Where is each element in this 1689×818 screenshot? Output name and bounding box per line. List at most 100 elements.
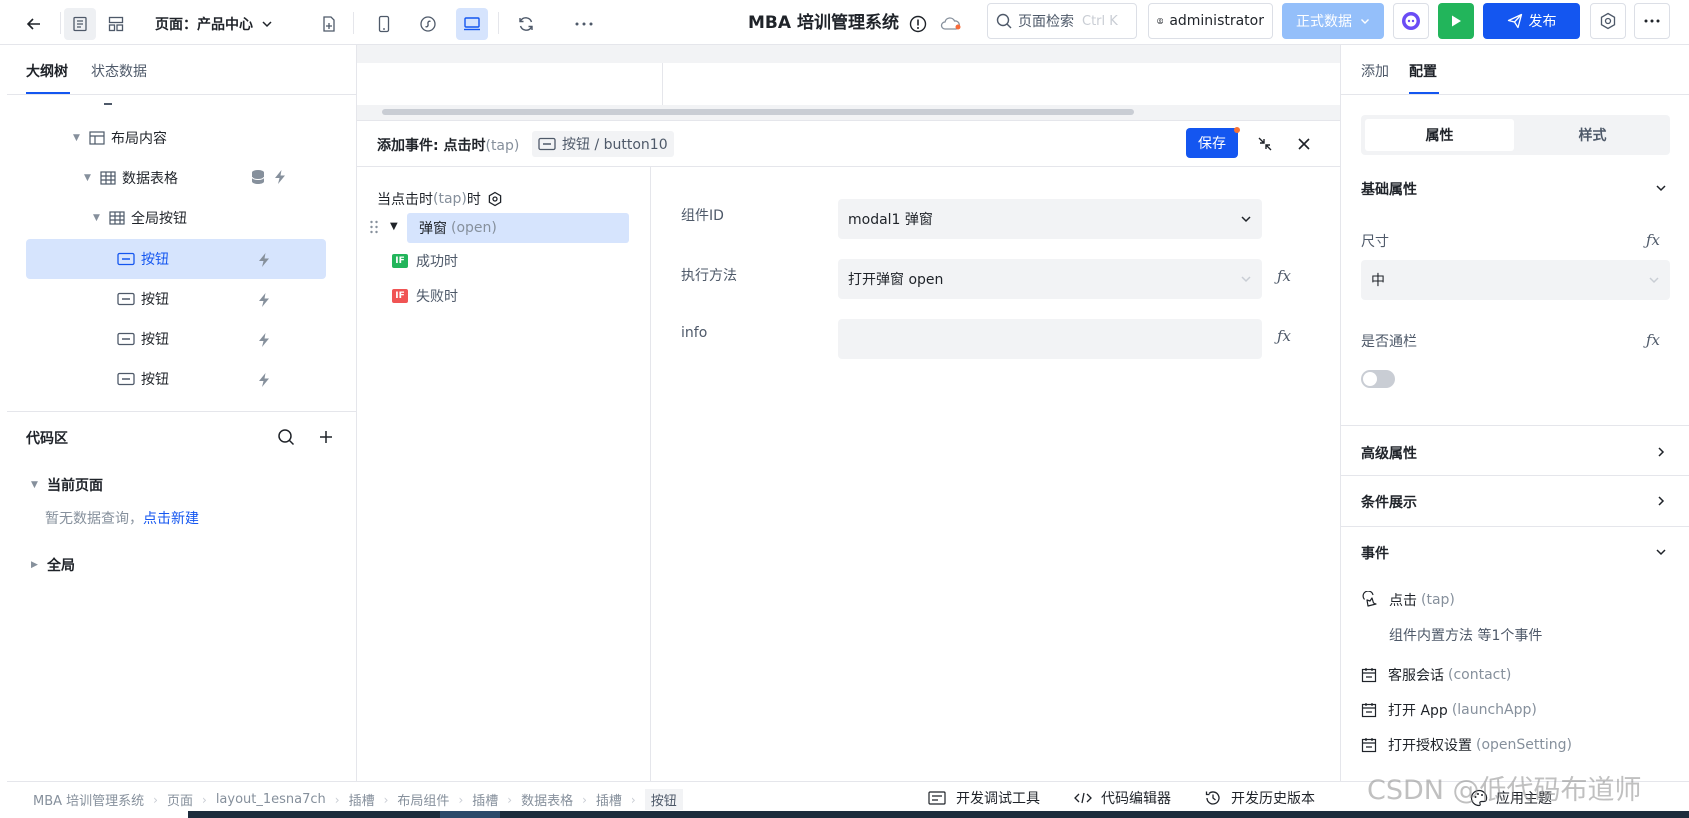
close-icon[interactable]	[1297, 137, 1311, 151]
chevron-down-icon[interactable]	[1655, 546, 1667, 558]
fx-icon[interactable]: ƒx	[1646, 331, 1660, 349]
breadcrumb-item[interactable]: 按钮	[644, 789, 683, 810]
database-icon[interactable]	[251, 169, 265, 185]
tree-node-button[interactable]: 按钮	[117, 361, 169, 397]
breadcrumb-separator-icon: ›	[202, 792, 207, 807]
divider	[1341, 425, 1689, 426]
breadcrumb-item[interactable]: 插槽	[472, 790, 498, 809]
method-select[interactable]: 打开弹窗 open	[838, 259, 1262, 299]
more-menu-icon[interactable]	[1634, 3, 1670, 39]
breadcrumb-item[interactable]: layout_1esna7ch	[216, 792, 326, 807]
publish-button[interactable]: 发布	[1483, 3, 1580, 39]
tree-node-layout-content[interactable]: ▼ 布局内容	[73, 120, 167, 156]
tree-node-button-selected[interactable]: 按钮	[117, 241, 169, 277]
drag-handle-icon[interactable]	[369, 219, 379, 235]
more-icon[interactable]	[568, 8, 600, 40]
action-node-modal[interactable]: 弹窗 (open)	[407, 213, 629, 243]
code-group-current-page[interactable]: ▼ 当前页面	[31, 467, 103, 503]
fx-icon[interactable]: ƒx	[1277, 327, 1291, 345]
cloud-sync-icon[interactable]	[935, 8, 967, 40]
lightning-icon[interactable]	[257, 372, 271, 388]
caret-down-icon[interactable]: ▼	[390, 221, 398, 232]
save-button[interactable]: 保存	[1186, 128, 1238, 158]
basic-props-title[interactable]: 基础属性	[1361, 179, 1417, 199]
miniprogram-preview-icon[interactable]	[412, 8, 444, 40]
event-item-tap[interactable]: 点击 (tap)	[1361, 585, 1455, 615]
settings-icon[interactable]	[487, 191, 503, 207]
branch-fail[interactable]: IF 失败时	[392, 284, 458, 308]
ai-assistant-button[interactable]	[1393, 3, 1429, 39]
dev-debug-tool-button[interactable]: 开发调试工具	[928, 788, 1040, 808]
tree-node-button[interactable]: 按钮	[117, 321, 169, 357]
segment-styles[interactable]: 样式	[1518, 119, 1667, 151]
size-select[interactable]: 中	[1361, 260, 1670, 300]
document-view-icon[interactable]	[64, 8, 96, 40]
tree-node-label: 数据表格	[122, 171, 178, 187]
layout-view-icon[interactable]	[100, 8, 132, 40]
tab-outline-tree[interactable]: 大纲树	[26, 61, 68, 81]
lightning-icon[interactable]	[257, 252, 271, 268]
create-query-link[interactable]: 点击新建	[143, 511, 199, 527]
event-item-contact[interactable]: 客服会话 (contact)	[1361, 660, 1511, 690]
chevron-down-icon	[262, 21, 272, 28]
fx-icon[interactable]: ƒx	[1277, 267, 1291, 285]
component-id-select[interactable]: modal1 弹窗	[838, 199, 1262, 239]
tree-node-button[interactable]: 按钮	[117, 281, 169, 317]
dev-history-button[interactable]: 开发历史版本	[1204, 788, 1315, 808]
branch-success[interactable]: IF 成功时	[392, 249, 458, 273]
chevron-right-icon[interactable]	[1655, 495, 1667, 507]
tab-add[interactable]: 添加	[1361, 61, 1389, 81]
add-page-icon[interactable]	[313, 8, 345, 40]
tap-event-detail[interactable]: 组件内置方法 等1个事件	[1389, 625, 1542, 645]
design-canvas[interactable]	[357, 45, 1340, 120]
tab-config[interactable]: 配置	[1409, 61, 1437, 81]
breadcrumb-item[interactable]: 布局组件	[397, 790, 449, 809]
search-placeholder: 页面检索	[1018, 14, 1074, 30]
event-name: 打开 App	[1388, 703, 1448, 719]
page-search-input[interactable]: 页面检索 Ctrl K	[987, 3, 1137, 39]
user-menu[interactable]: administrator	[1148, 3, 1273, 39]
breadcrumb-item[interactable]: 页面	[167, 790, 193, 809]
events-title[interactable]: 事件	[1361, 543, 1389, 563]
info-input[interactable]	[838, 319, 1262, 359]
breadcrumb-item[interactable]: MBA 培训管理系统	[33, 790, 144, 809]
tab-state-data[interactable]: 状态数据	[91, 61, 147, 81]
table-icon	[100, 171, 116, 185]
page-selector[interactable]: 页面：产品中心	[155, 10, 273, 38]
horizontal-scrollbar[interactable]	[382, 109, 1134, 115]
code-group-global[interactable]: ▶ 全局	[31, 547, 75, 583]
settings-icon[interactable]	[1590, 3, 1626, 39]
lightning-icon[interactable]	[257, 292, 271, 308]
trigger-code: (tap)	[433, 191, 467, 207]
tree-node-data-table[interactable]: ▼ 数据表格	[84, 160, 178, 196]
add-icon[interactable]	[318, 429, 334, 445]
segment-properties[interactable]: 属性	[1365, 119, 1514, 151]
search-icon[interactable]	[277, 428, 295, 446]
refresh-icon[interactable]	[510, 8, 542, 40]
tree-node-global-buttons[interactable]: ▼ 全局按钮	[93, 200, 187, 236]
back-arrow-icon[interactable]	[18, 8, 50, 40]
lightning-icon[interactable]	[257, 332, 271, 348]
chevron-right-icon[interactable]	[1655, 446, 1667, 458]
full-bar-toggle[interactable]	[1361, 370, 1395, 388]
code-editor-button[interactable]: 代码编辑器	[1073, 788, 1171, 808]
condition-title[interactable]: 条件展示	[1361, 492, 1417, 512]
data-env-select[interactable]: 正式数据	[1282, 3, 1384, 39]
breadcrumb-item[interactable]: 插槽	[596, 790, 622, 809]
desktop-preview-icon[interactable]	[456, 8, 488, 40]
chevron-down-icon[interactable]	[1655, 182, 1667, 194]
advanced-props-title[interactable]: 高级属性	[1361, 443, 1417, 463]
fx-icon[interactable]: ƒx	[1646, 231, 1660, 249]
run-button[interactable]	[1438, 3, 1474, 39]
divider	[1341, 526, 1689, 527]
breadcrumb-separator-icon: ›	[582, 792, 587, 807]
mobile-preview-icon[interactable]	[368, 8, 400, 40]
breadcrumb-item[interactable]: 数据表格	[521, 790, 573, 809]
event-item-open-setting[interactable]: 打开授权设置 (openSetting)	[1361, 730, 1572, 760]
collapse-icon[interactable]	[1257, 136, 1273, 152]
info-icon[interactable]	[902, 8, 934, 40]
event-item-launch-app[interactable]: 打开 App (launchApp)	[1361, 695, 1537, 725]
breadcrumb-item[interactable]: 插槽	[349, 790, 375, 809]
lightning-icon[interactable]	[273, 169, 287, 185]
unsaved-dot	[1234, 127, 1240, 133]
